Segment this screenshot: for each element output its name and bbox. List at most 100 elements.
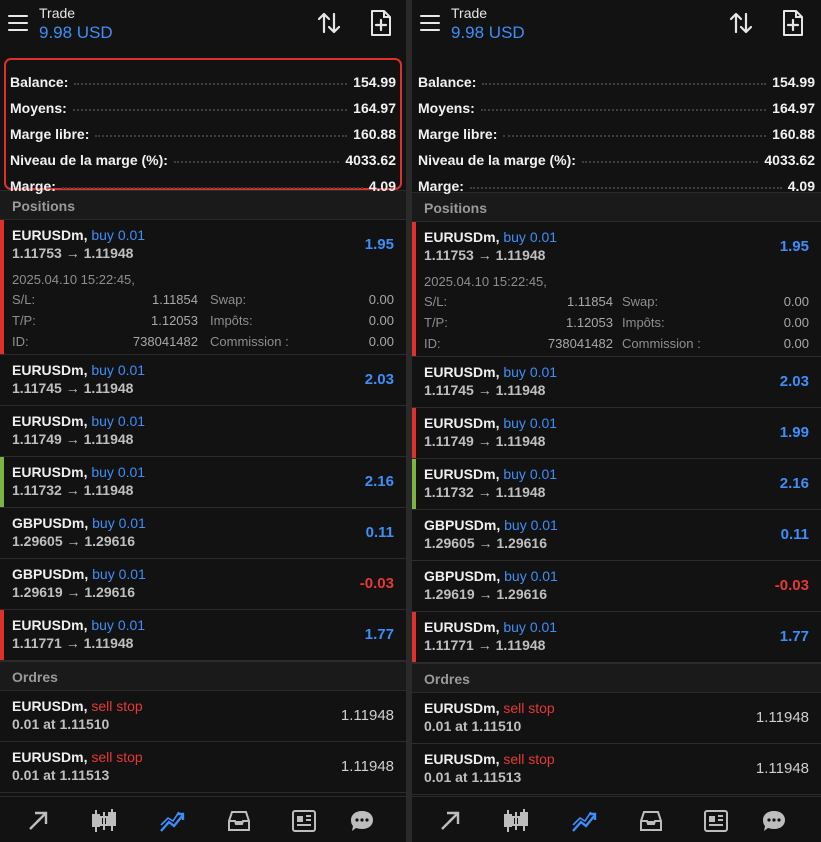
menu-icon[interactable] (418, 12, 442, 34)
order-indicator-bar (0, 742, 4, 792)
menu-icon[interactable] (6, 12, 30, 34)
orders-header: Ordres (412, 663, 821, 693)
position-symbol: GBPUSDm, (424, 517, 501, 533)
position-symbol: GBPUSDm, (12, 515, 89, 531)
position-row[interactable]: EURUSDm, buy 0.01 1.11771 → 1.11948 1.77 (412, 612, 821, 663)
summary-label: Marge: (418, 178, 464, 194)
position-row[interactable]: EURUSDm, buy 0.01 1.11749 → 1.11948 (0, 406, 406, 457)
position-profit: 0.11 (780, 526, 809, 543)
summary-value: 4.09 (368, 178, 396, 194)
summary-row: Balance: 154.99 (418, 64, 815, 90)
dotted-leader (469, 187, 782, 189)
order-type: sell stop (91, 749, 143, 765)
order-row[interactable]: EURUSDm, sell stop 0.01 at 1.11510 1.11948 (0, 691, 406, 742)
sort-icon[interactable] (316, 10, 342, 36)
position-prices: 1.11749 → 1.11948 (424, 433, 546, 449)
position-indicator-bar (412, 510, 416, 560)
quotes-arrows-icon[interactable] (26, 807, 54, 835)
order-symbol: EURUSDm, (424, 751, 500, 767)
position-indicator-bar (412, 561, 416, 611)
position-prices: 1.29619 → 1.29616 (12, 584, 135, 600)
order-type: sell stop (503, 751, 555, 767)
account-summary: Balance: 154.99 Moyens: 164.97 Marge libre: 1… (4, 58, 402, 194)
summary-label: Moyens: (418, 100, 475, 116)
summary-row: Marge libre: 160.88 (418, 116, 815, 142)
position-title: EURUSDm, buy 0.01 (12, 617, 145, 633)
news-icon[interactable] (290, 807, 318, 835)
position-prices: 1.11732 → 1.11948 (424, 484, 546, 500)
right-trade-panel: Trade 9.98 USD Balance: 154.99 Moyens: 164.… (412, 0, 821, 842)
summary-value: 154.99 (353, 74, 396, 90)
position-profit: 2.03 (779, 373, 809, 390)
positions-list: EURUSDm, buy 0.01 1.11753 → 1.11948 1.95 20… (0, 220, 406, 661)
detail-value: 0.00 (368, 334, 394, 349)
position-row[interactable]: EURUSDm, buy 0.01 1.11771 → 1.11948 1.77 (0, 610, 406, 661)
summary-label: Niveau de la marge (%): (10, 152, 168, 168)
detail-row: S/L: 1.11854 Swap: 0.00 (424, 294, 809, 315)
position-title: EURUSDm, buy 0.01 (424, 466, 557, 482)
position-prices: 1.11771 → 1.11948 (424, 637, 546, 653)
position-row[interactable]: GBPUSDm, buy 0.01 1.29605 → 1.29616 0.11 (412, 510, 821, 561)
detail-row: T/P: 1.12053 Impôts: 0.00 (424, 315, 809, 336)
dotted-leader (72, 109, 348, 111)
history-inbox-icon[interactable] (225, 807, 253, 835)
position-row[interactable]: EURUSDm, buy 0.01 1.11732 → 1.11948 2.16 (412, 459, 821, 510)
order-row[interactable]: EURUSDm, sell stop 0.01 at 1.11513 1.11948 (0, 742, 406, 793)
position-symbol: EURUSDm, (424, 415, 500, 431)
detail-label: S/L: (424, 294, 448, 309)
order-type: sell stop (91, 698, 143, 714)
detail-label: T/P: (12, 313, 36, 328)
position-symbol: EURUSDm, (424, 229, 500, 245)
position-side: buy 0.01 (91, 362, 146, 378)
detail-label: Commission : (210, 334, 289, 349)
position-row[interactable]: GBPUSDm, buy 0.01 1.29619 → 1.29616 -0.03 (412, 561, 821, 612)
chat-icon[interactable] (760, 807, 788, 835)
position-side: buy 0.01 (503, 229, 558, 245)
detail-label: ID: (12, 334, 29, 349)
position-indicator-bar (412, 222, 416, 356)
news-icon[interactable] (702, 807, 730, 835)
chart-candles-icon[interactable] (90, 807, 118, 835)
left-trade-panel: Trade 9.98 USD Balance: 154.99 Moyens: 164.… (0, 0, 406, 842)
position-prices: 1.11771 → 1.11948 (12, 635, 134, 651)
position-prices: 1.11732 → 1.11948 (12, 482, 134, 498)
position-row[interactable]: EURUSDm, buy 0.01 1.11753 → 1.11948 1.95 20… (0, 220, 406, 355)
position-row[interactable]: EURUSDm, buy 0.01 1.11732 → 1.11948 2.16 (0, 457, 406, 508)
order-price: 1.11948 (340, 758, 394, 775)
position-profit: 2.03 (364, 371, 394, 388)
new-order-icon[interactable] (781, 9, 805, 37)
position-indicator-bar (0, 355, 4, 405)
position-row[interactable]: GBPUSDm, buy 0.01 1.29605 → 1.29616 0.11 (0, 508, 406, 559)
chart-candles-icon[interactable] (502, 807, 530, 835)
detail-label: S/L: (12, 292, 36, 307)
detail-label: T/P: (424, 315, 448, 330)
position-profit: 1.77 (779, 628, 809, 645)
order-symbol: EURUSDm, (12, 749, 88, 765)
new-order-icon[interactable] (369, 9, 393, 37)
position-row[interactable]: EURUSDm, buy 0.01 1.11749 → 1.11948 1.99 (412, 408, 821, 459)
position-indicator-bar (412, 408, 416, 458)
chat-icon[interactable] (348, 807, 376, 835)
trade-trend-icon[interactable] (570, 807, 598, 835)
order-row[interactable]: EURUSDm, sell stop 0.01 at 1.11510 1.11948 (412, 693, 821, 744)
summary-value: 164.97 (353, 100, 396, 116)
position-title: EURUSDm, buy 0.01 (12, 413, 145, 429)
order-title: EURUSDm, sell stop (424, 700, 555, 716)
position-indicator-bar (0, 457, 4, 507)
order-row[interactable]: EURUSDm, sell stop 0.01 at 1.11513 1.11948 (412, 744, 821, 795)
position-row[interactable]: GBPUSDm, buy 0.01 1.29619 → 1.29616 -0.03 (0, 559, 406, 610)
position-title: GBPUSDm, buy 0.01 (424, 568, 558, 584)
detail-value: 1.11854 (151, 292, 198, 307)
trade-trend-icon[interactable] (158, 807, 186, 835)
position-details: S/L: 1.11854 Swap: 0.00 T/P: 1.12053 Impôts: 0.… (424, 294, 809, 357)
position-row[interactable]: EURUSDm, buy 0.01 1.11753 → 1.11948 1.95 20… (412, 222, 821, 357)
history-inbox-icon[interactable] (637, 807, 665, 835)
position-row[interactable]: EURUSDm, buy 0.01 1.11745 → 1.11948 2.03 (0, 355, 406, 406)
sort-icon[interactable] (728, 10, 754, 36)
order-title: EURUSDm, sell stop (12, 698, 143, 714)
detail-value: 0.00 (783, 294, 809, 309)
orders-list: EURUSDm, sell stop 0.01 at 1.11510 1.11948… (412, 693, 821, 795)
detail-value: 738041482 (132, 334, 198, 349)
quotes-arrows-icon[interactable] (438, 807, 466, 835)
position-row[interactable]: EURUSDm, buy 0.01 1.11745 → 1.11948 2.03 (412, 357, 821, 408)
